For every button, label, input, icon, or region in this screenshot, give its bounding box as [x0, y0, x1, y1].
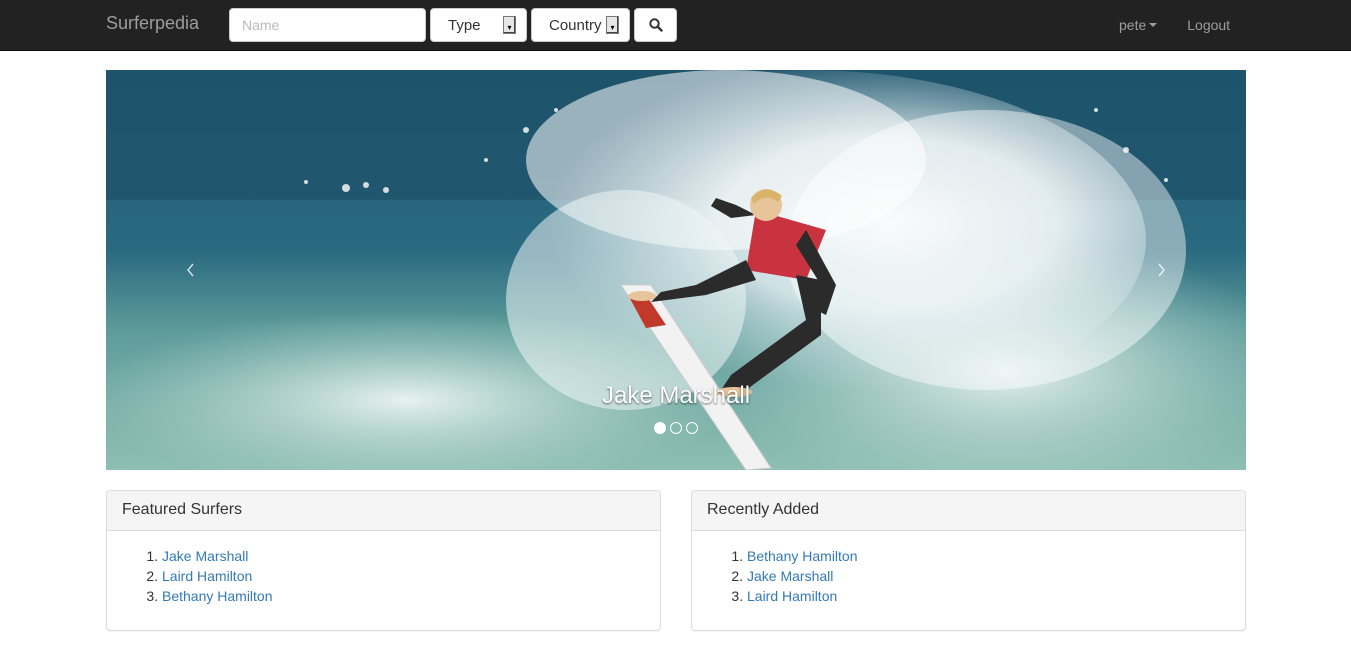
recent-list: Bethany Hamilton Jake Marshall Laird Ham… [707, 546, 1230, 606]
list-item: Laird Hamilton [747, 586, 1230, 606]
country-select-label: Country [549, 16, 602, 34]
type-select[interactable]: Type ▾ [430, 8, 527, 42]
list-item: Jake Marshall [162, 546, 645, 566]
panel-title: Featured Surfers [107, 491, 660, 531]
navbar: Surferpedia Type ▾ Country ▾ pete Logout [0, 0, 1351, 51]
panel-body: Bethany Hamilton Jake Marshall Laird Ham… [692, 531, 1245, 621]
featured-list: Jake Marshall Laird Hamilton Bethany Ham… [122, 546, 645, 606]
list-item: Jake Marshall [747, 566, 1230, 586]
surfer-link[interactable]: Laird Hamilton [162, 568, 252, 584]
carousel-prev-button[interactable] [106, 70, 276, 470]
list-item: Bethany Hamilton [747, 546, 1230, 566]
brand-link[interactable]: Surferpedia [106, 13, 199, 34]
country-select[interactable]: Country ▾ [531, 8, 630, 42]
dropdown-arrow-icon: ▾ [503, 16, 516, 34]
panel-title: Recently Added [692, 491, 1245, 531]
search-icon [648, 18, 663, 32]
caret-down-icon [1149, 23, 1158, 27]
surfer-link[interactable]: Jake Marshall [747, 568, 833, 584]
carousel-indicator[interactable] [686, 422, 698, 434]
chevron-right-icon [1158, 263, 1165, 277]
carousel-indicators [654, 422, 698, 434]
surfer-link[interactable]: Jake Marshall [162, 548, 248, 564]
list-item: Laird Hamilton [162, 566, 645, 586]
carousel-indicator[interactable] [670, 422, 682, 434]
panel-body: Jake Marshall Laird Hamilton Bethany Ham… [107, 531, 660, 621]
carousel-image [106, 70, 1246, 470]
surfer-link[interactable]: Bethany Hamilton [162, 588, 273, 604]
carousel-indicator[interactable] [654, 422, 666, 434]
dropdown-arrow-icon: ▾ [606, 16, 619, 34]
search-button[interactable] [634, 8, 677, 42]
name-search-input[interactable] [229, 8, 426, 42]
nav-right: pete Logout [1104, 0, 1245, 50]
surfer-link[interactable]: Laird Hamilton [747, 588, 837, 604]
chevron-left-icon [187, 263, 194, 277]
list-item: Bethany Hamilton [162, 586, 645, 606]
search-form: Type ▾ Country ▾ [229, 8, 677, 42]
user-name: pete [1119, 17, 1147, 33]
carousel-next-button[interactable] [1076, 70, 1246, 470]
carousel: Jake Marshall [106, 70, 1246, 470]
type-select-label: Type [448, 16, 481, 34]
logout-link[interactable]: Logout [1172, 0, 1245, 50]
surfer-link[interactable]: Bethany Hamilton [747, 548, 858, 564]
recently-added-panel: Recently Added Bethany Hamilton Jake Mar… [691, 490, 1246, 631]
user-dropdown[interactable]: pete [1104, 0, 1172, 50]
featured-surfers-panel: Featured Surfers Jake Marshall Laird Ham… [106, 490, 661, 631]
carousel-caption: Jake Marshall [601, 382, 751, 409]
